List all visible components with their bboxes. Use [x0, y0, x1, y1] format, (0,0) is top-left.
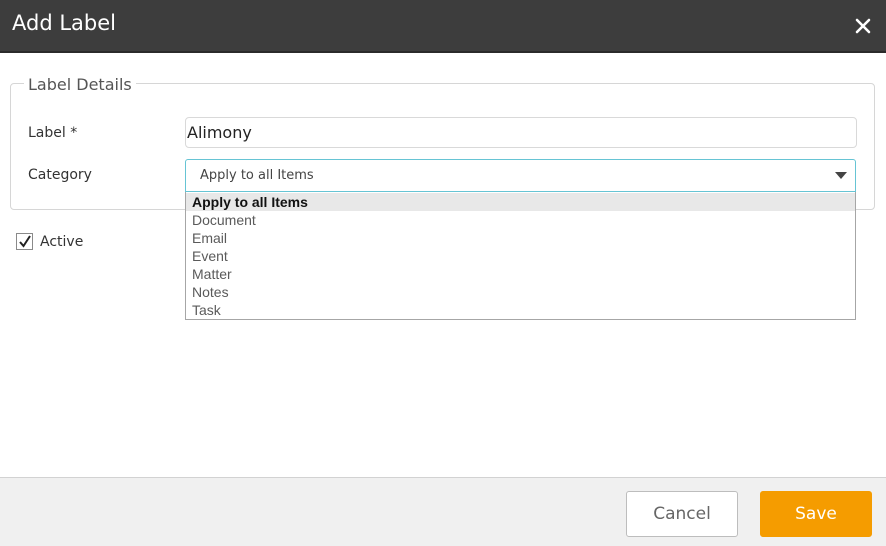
- cancel-button[interactable]: Cancel: [626, 491, 738, 537]
- label-input[interactable]: [185, 117, 857, 148]
- category-selected-value: Apply to all Items: [200, 168, 314, 183]
- dialog-footer: Cancel Save: [0, 477, 886, 546]
- dialog-titlebar: Add Label: [0, 0, 886, 53]
- category-select[interactable]: Apply to all Items: [185, 159, 856, 192]
- category-option[interactable]: Email: [186, 229, 855, 247]
- caret-down-icon: [835, 172, 847, 179]
- category-option[interactable]: Event: [186, 247, 855, 265]
- section-title: Label Details: [24, 75, 136, 94]
- dialog-title: Add Label: [12, 11, 116, 35]
- category-dropdown-list: Apply to all Items Document Email Event …: [185, 192, 856, 320]
- active-checkbox[interactable]: [16, 233, 33, 250]
- category-field-label: Category: [28, 167, 92, 183]
- label-field-label: Label *: [28, 125, 78, 141]
- category-option[interactable]: Document: [186, 211, 855, 229]
- category-option[interactable]: Matter: [186, 265, 855, 283]
- close-icon[interactable]: [851, 14, 875, 38]
- category-option[interactable]: Task: [186, 301, 855, 319]
- active-label: Active: [40, 234, 84, 250]
- category-option[interactable]: Apply to all Items: [186, 193, 855, 211]
- category-option[interactable]: Notes: [186, 283, 855, 301]
- save-button[interactable]: Save: [760, 491, 872, 537]
- checkmark-icon: [19, 235, 31, 248]
